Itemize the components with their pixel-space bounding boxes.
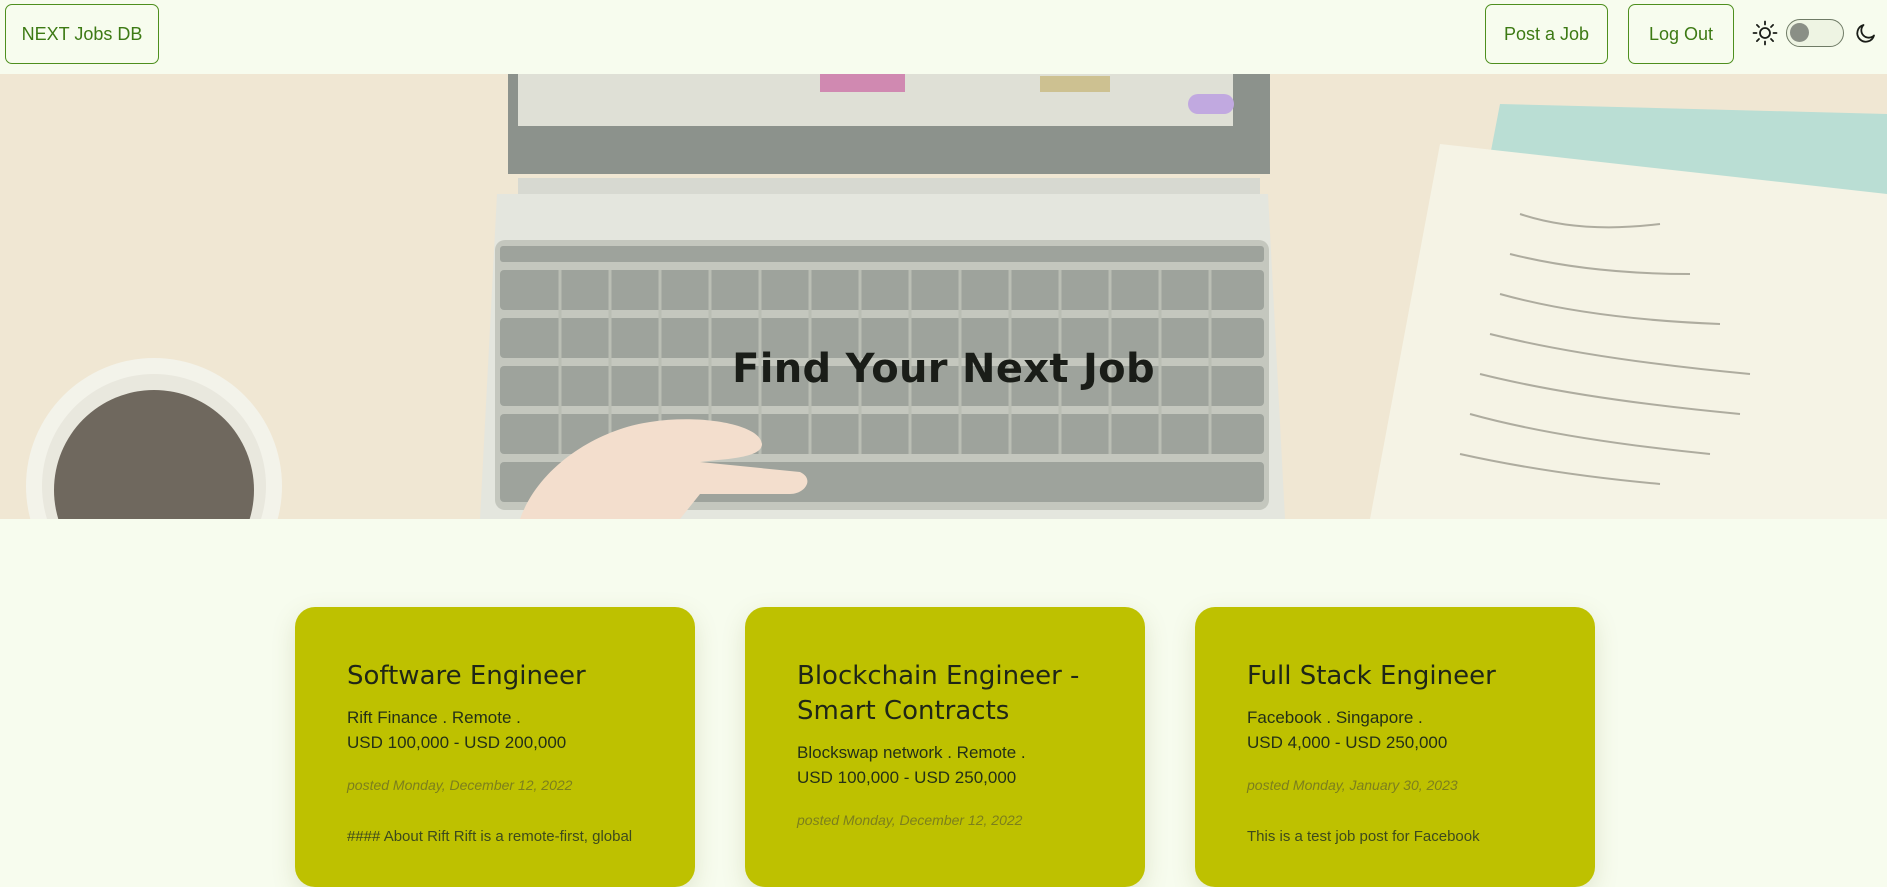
moon-icon bbox=[1856, 24, 1875, 43]
job-description: This is a test job post for Facebook bbox=[1247, 828, 1480, 845]
job-salary: USD 100,000 - USD 250,000 bbox=[797, 768, 1017, 787]
hero-overlay bbox=[0, 74, 1887, 519]
job-title[interactable]: Blockchain Engineer - Smart Contracts bbox=[797, 659, 1093, 729]
job-title[interactable]: Software Engineer bbox=[347, 659, 643, 694]
sun-icon bbox=[1752, 20, 1778, 46]
hero-title: Find Your Next Job bbox=[732, 346, 1155, 392]
job-posted-date: posted Monday, January 30, 2023 bbox=[1247, 777, 1458, 793]
job-card[interactable]: Software Engineer Rift Finance . Remote … bbox=[295, 607, 695, 887]
job-description: #### About Rift Rift is a remote-first, … bbox=[347, 828, 633, 845]
job-card[interactable]: Blockchain Engineer - Smart Contracts Bl… bbox=[745, 607, 1145, 887]
brand-link[interactable]: NEXT Jobs DB bbox=[5, 4, 159, 64]
job-posted-date: posted Monday, December 12, 2022 bbox=[797, 812, 1023, 828]
hero-banner: Find Your Next Job bbox=[0, 74, 1887, 519]
theme-switcher bbox=[1752, 16, 1878, 50]
navbar: NEXT Jobs DB Post a Job Log Out bbox=[0, 0, 1887, 74]
job-posted-date: posted Monday, December 12, 2022 bbox=[347, 777, 573, 793]
job-company-location: Rift Finance . Remote . bbox=[347, 708, 521, 727]
job-title[interactable]: Full Stack Engineer bbox=[1247, 659, 1543, 694]
theme-toggle[interactable] bbox=[1786, 19, 1844, 47]
job-company-location: Blockswap network . Remote . bbox=[797, 743, 1026, 762]
job-salary: USD 4,000 - USD 250,000 bbox=[1247, 733, 1448, 752]
job-company-location: Facebook . Singapore . bbox=[1247, 708, 1423, 727]
post-job-button[interactable]: Post a Job bbox=[1485, 4, 1608, 64]
job-salary: USD 100,000 - USD 200,000 bbox=[347, 733, 567, 752]
toggle-knob bbox=[1790, 23, 1809, 42]
job-card[interactable]: Full Stack Engineer Facebook . Singapore… bbox=[1195, 607, 1595, 887]
logout-button[interactable]: Log Out bbox=[1628, 4, 1734, 64]
